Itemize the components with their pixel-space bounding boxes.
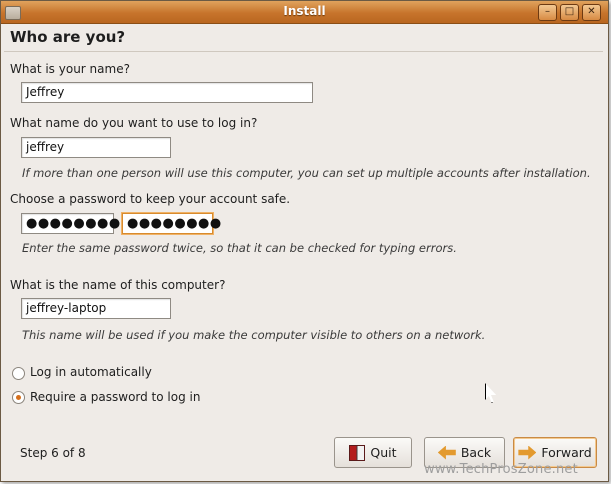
- forward-button-label: Forward: [541, 445, 592, 460]
- watermark: www.TechProsZone.net: [424, 462, 578, 477]
- close-button[interactable]: ✕: [582, 4, 601, 21]
- maximize-button[interactable]: □: [560, 4, 579, 21]
- login-hint: If more than one person will use this co…: [22, 166, 591, 180]
- computer-name-hint: This name will be used if you make the c…: [22, 328, 486, 342]
- page-title: Who are you?: [10, 28, 126, 46]
- login-label: What name do you want to use to log in?: [10, 116, 258, 130]
- require-password-radio[interactable]: [12, 391, 25, 404]
- password-hint: Enter the same password twice, so that i…: [22, 241, 457, 255]
- login-auto-label[interactable]: Log in automatically: [30, 365, 152, 379]
- login-auto-radio[interactable]: [12, 367, 25, 380]
- installer-window: Install – □ ✕ Who are you? What is your …: [0, 0, 609, 482]
- require-password-label[interactable]: Require a password to log in: [30, 390, 200, 404]
- password-confirm-input[interactable]: ●●●●●●●●: [122, 213, 221, 234]
- title-bar[interactable]: Install – □ ✕: [1, 1, 608, 24]
- minimize-button[interactable]: –: [538, 4, 557, 21]
- forward-arrow-icon: [518, 445, 537, 460]
- step-indicator: Step 6 of 8: [20, 446, 86, 460]
- name-label: What is your name?: [10, 62, 130, 76]
- full-name-input[interactable]: Jeffrey: [21, 82, 313, 103]
- quit-button[interactable]: Quit: [334, 437, 412, 468]
- back-button-label: Back: [460, 445, 492, 460]
- form-panel: [4, 51, 603, 418]
- computer-name-input[interactable]: jeffrey-laptop: [21, 298, 171, 319]
- password-input[interactable]: ●●●●●●●●: [21, 213, 120, 234]
- password-label: Choose a password to keep your account s…: [10, 192, 291, 206]
- window-title: Install: [283, 4, 326, 18]
- username-input[interactable]: jeffrey: [21, 137, 171, 158]
- computer-name-label: What is the name of this computer?: [10, 278, 226, 292]
- quit-button-label: Quit: [370, 445, 397, 460]
- back-arrow-icon: [437, 445, 456, 460]
- quit-icon: [349, 444, 366, 461]
